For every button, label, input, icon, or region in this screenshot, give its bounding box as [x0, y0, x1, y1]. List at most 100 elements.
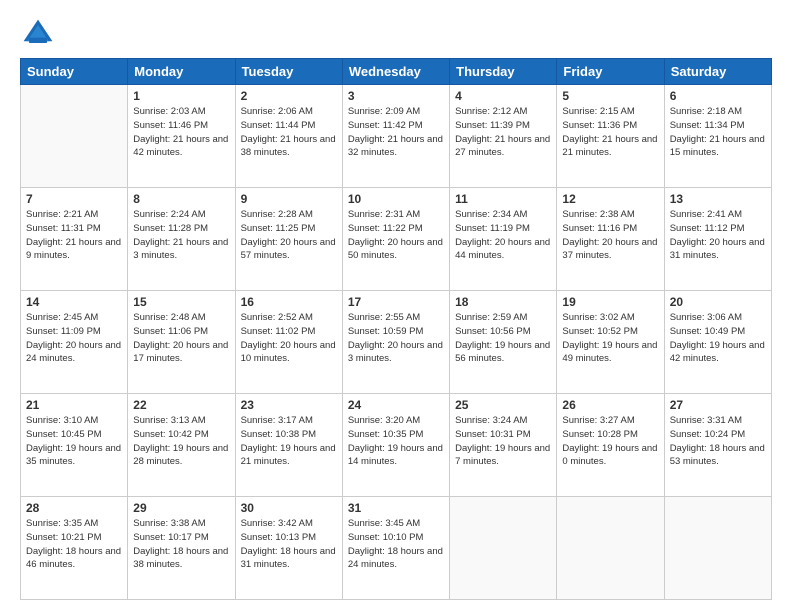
- calendar-cell: 23 Sunrise: 3:17 AM Sunset: 10:38 PM Dayl…: [235, 394, 342, 497]
- calendar-cell: 3 Sunrise: 2:09 AM Sunset: 11:42 PM Dayli…: [342, 85, 449, 188]
- calendar-cell: 31 Sunrise: 3:45 AM Sunset: 10:10 PM Dayl…: [342, 497, 449, 600]
- calendar-cell: 27 Sunrise: 3:31 AM Sunset: 10:24 PM Dayl…: [664, 394, 771, 497]
- day-info: Sunrise: 2:15 AM Sunset: 11:36 PM Daylig…: [562, 105, 658, 160]
- calendar-cell: 15Sunrise: 2:48 AM Sunset: 11:06 PM Dayl…: [128, 291, 235, 394]
- weekday-header-row: SundayMondayTuesdayWednesdayThursdayFrid…: [21, 59, 772, 85]
- day-number: 27: [670, 398, 766, 412]
- calendar-body: 1 Sunrise: 2:03 AM Sunset: 11:46 PM Dayli…: [21, 85, 772, 600]
- day-info: Sunrise: 2:18 AM Sunset: 11:34 PM Daylig…: [670, 105, 766, 160]
- day-info: Sunrise: 2:24 AM Sunset: 11:28 PM Daylig…: [133, 208, 229, 263]
- day-number: 6: [670, 89, 766, 103]
- calendar-week-row: 21 Sunrise: 3:10 AM Sunset: 10:45 PM Dayl…: [21, 394, 772, 497]
- day-info: Sunrise: 3:02 AM Sunset: 10:52 PM Daylig…: [562, 311, 658, 366]
- day-number: 9: [241, 192, 337, 206]
- page: SundayMondayTuesdayWednesdayThursdayFrid…: [0, 0, 792, 612]
- calendar-cell: 6 Sunrise: 2:18 AM Sunset: 11:34 PM Dayli…: [664, 85, 771, 188]
- calendar-cell: [557, 497, 664, 600]
- day-info: Sunrise: 3:31 AM Sunset: 10:24 PM Daylig…: [670, 414, 766, 469]
- day-info: Sunrise: 2:38 AM Sunset: 11:16 PM Daylig…: [562, 208, 658, 263]
- day-info: Sunrise: 3:10 AM Sunset: 10:45 PM Daylig…: [26, 414, 122, 469]
- calendar-cell: 26 Sunrise: 3:27 AM Sunset: 10:28 PM Dayl…: [557, 394, 664, 497]
- day-number: 21: [26, 398, 122, 412]
- calendar-cell: 30Sunrise: 3:42 AM Sunset: 10:13 PM Dayl…: [235, 497, 342, 600]
- calendar-cell: [664, 497, 771, 600]
- calendar-cell: 28Sunrise: 3:35 AM Sunset: 10:21 PM Dayl…: [21, 497, 128, 600]
- day-number: 8: [133, 192, 229, 206]
- calendar-cell: 13Sunrise: 2:41 AM Sunset: 11:12 PM Dayl…: [664, 188, 771, 291]
- day-number: 23: [241, 398, 337, 412]
- calendar-cell: 4Sunrise: 2:12 AM Sunset: 11:39 PM Dayli…: [450, 85, 557, 188]
- calendar-week-row: 1 Sunrise: 2:03 AM Sunset: 11:46 PM Dayli…: [21, 85, 772, 188]
- day-info: Sunrise: 2:45 AM Sunset: 11:09 PM Daylig…: [26, 311, 122, 366]
- day-info: Sunrise: 3:35 AM Sunset: 10:21 PM Daylig…: [26, 517, 122, 572]
- day-number: 2: [241, 89, 337, 103]
- day-number: 17: [348, 295, 444, 309]
- day-info: Sunrise: 3:20 AM Sunset: 10:35 PM Daylig…: [348, 414, 444, 469]
- header: [20, 16, 772, 52]
- calendar-cell: 14Sunrise: 2:45 AM Sunset: 11:09 PM Dayl…: [21, 291, 128, 394]
- calendar-cell: 2 Sunrise: 2:06 AM Sunset: 11:44 PM Dayli…: [235, 85, 342, 188]
- day-info: Sunrise: 2:41 AM Sunset: 11:12 PM Daylig…: [670, 208, 766, 263]
- day-info: Sunrise: 2:31 AM Sunset: 11:22 PM Daylig…: [348, 208, 444, 263]
- calendar-week-row: 14Sunrise: 2:45 AM Sunset: 11:09 PM Dayl…: [21, 291, 772, 394]
- day-info: Sunrise: 2:59 AM Sunset: 10:56 PM Daylig…: [455, 311, 551, 366]
- day-number: 20: [670, 295, 766, 309]
- day-number: 29: [133, 501, 229, 515]
- day-info: Sunrise: 3:24 AM Sunset: 10:31 PM Daylig…: [455, 414, 551, 469]
- calendar-cell: 11 Sunrise: 2:34 AM Sunset: 11:19 PM Dayl…: [450, 188, 557, 291]
- day-number: 3: [348, 89, 444, 103]
- weekday-header-saturday: Saturday: [664, 59, 771, 85]
- weekday-header-sunday: Sunday: [21, 59, 128, 85]
- calendar-cell: 9 Sunrise: 2:28 AM Sunset: 11:25 PM Dayli…: [235, 188, 342, 291]
- day-info: Sunrise: 3:27 AM Sunset: 10:28 PM Daylig…: [562, 414, 658, 469]
- calendar-cell: 17 Sunrise: 2:55 AM Sunset: 10:59 PM Dayl…: [342, 291, 449, 394]
- calendar-week-row: 28Sunrise: 3:35 AM Sunset: 10:21 PM Dayl…: [21, 497, 772, 600]
- day-info: Sunrise: 2:34 AM Sunset: 11:19 PM Daylig…: [455, 208, 551, 263]
- weekday-header-thursday: Thursday: [450, 59, 557, 85]
- day-info: Sunrise: 3:42 AM Sunset: 10:13 PM Daylig…: [241, 517, 337, 572]
- weekday-header-wednesday: Wednesday: [342, 59, 449, 85]
- day-number: 22: [133, 398, 229, 412]
- calendar-cell: 18Sunrise: 2:59 AM Sunset: 10:56 PM Dayl…: [450, 291, 557, 394]
- day-info: Sunrise: 2:55 AM Sunset: 10:59 PM Daylig…: [348, 311, 444, 366]
- weekday-header-tuesday: Tuesday: [235, 59, 342, 85]
- weekday-header-friday: Friday: [557, 59, 664, 85]
- calendar-cell: 20 Sunrise: 3:06 AM Sunset: 10:49 PM Dayl…: [664, 291, 771, 394]
- day-number: 25: [455, 398, 551, 412]
- day-info: Sunrise: 2:09 AM Sunset: 11:42 PM Daylig…: [348, 105, 444, 160]
- day-info: Sunrise: 2:21 AM Sunset: 11:31 PM Daylig…: [26, 208, 122, 263]
- calendar-cell: 1 Sunrise: 2:03 AM Sunset: 11:46 PM Dayli…: [128, 85, 235, 188]
- calendar-cell: [21, 85, 128, 188]
- logo-icon: [20, 16, 56, 52]
- day-info: Sunrise: 2:48 AM Sunset: 11:06 PM Daylig…: [133, 311, 229, 366]
- logo: [20, 16, 60, 52]
- day-info: Sunrise: 2:06 AM Sunset: 11:44 PM Daylig…: [241, 105, 337, 160]
- day-number: 26: [562, 398, 658, 412]
- day-info: Sunrise: 3:13 AM Sunset: 10:42 PM Daylig…: [133, 414, 229, 469]
- day-info: Sunrise: 2:12 AM Sunset: 11:39 PM Daylig…: [455, 105, 551, 160]
- day-info: Sunrise: 3:38 AM Sunset: 10:17 PM Daylig…: [133, 517, 229, 572]
- calendar-cell: 5 Sunrise: 2:15 AM Sunset: 11:36 PM Dayli…: [557, 85, 664, 188]
- day-number: 12: [562, 192, 658, 206]
- day-info: Sunrise: 2:03 AM Sunset: 11:46 PM Daylig…: [133, 105, 229, 160]
- day-info: Sunrise: 2:52 AM Sunset: 11:02 PM Daylig…: [241, 311, 337, 366]
- day-info: Sunrise: 3:17 AM Sunset: 10:38 PM Daylig…: [241, 414, 337, 469]
- calendar-cell: 24Sunrise: 3:20 AM Sunset: 10:35 PM Dayl…: [342, 394, 449, 497]
- calendar-cell: 7 Sunrise: 2:21 AM Sunset: 11:31 PM Dayli…: [21, 188, 128, 291]
- day-info: Sunrise: 3:06 AM Sunset: 10:49 PM Daylig…: [670, 311, 766, 366]
- calendar-cell: 25 Sunrise: 3:24 AM Sunset: 10:31 PM Dayl…: [450, 394, 557, 497]
- calendar-cell: 29 Sunrise: 3:38 AM Sunset: 10:17 PM Dayl…: [128, 497, 235, 600]
- day-info: Sunrise: 2:28 AM Sunset: 11:25 PM Daylig…: [241, 208, 337, 263]
- day-number: 31: [348, 501, 444, 515]
- calendar-cell: 19 Sunrise: 3:02 AM Sunset: 10:52 PM Dayl…: [557, 291, 664, 394]
- calendar-cell: 21 Sunrise: 3:10 AM Sunset: 10:45 PM Dayl…: [21, 394, 128, 497]
- day-number: 11: [455, 192, 551, 206]
- calendar-cell: 10 Sunrise: 2:31 AM Sunset: 11:22 PM Dayl…: [342, 188, 449, 291]
- day-number: 10: [348, 192, 444, 206]
- day-number: 19: [562, 295, 658, 309]
- calendar-week-row: 7 Sunrise: 2:21 AM Sunset: 11:31 PM Dayli…: [21, 188, 772, 291]
- day-number: 1: [133, 89, 229, 103]
- day-info: Sunrise: 3:45 AM Sunset: 10:10 PM Daylig…: [348, 517, 444, 572]
- day-number: 7: [26, 192, 122, 206]
- day-number: 5: [562, 89, 658, 103]
